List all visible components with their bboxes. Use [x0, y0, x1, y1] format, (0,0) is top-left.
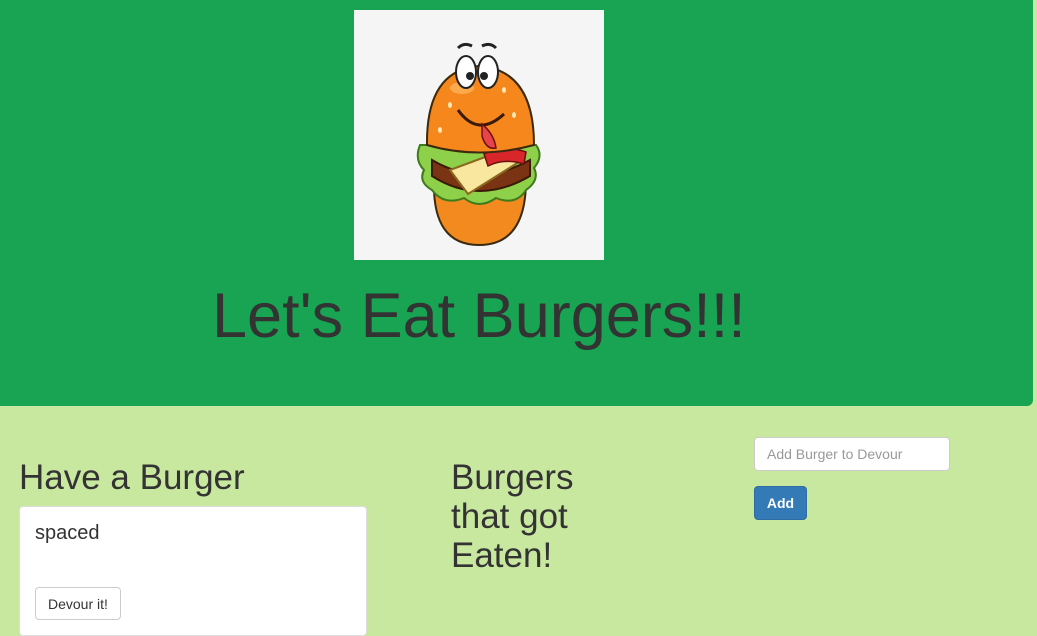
eaten-burgers-heading: Burgers that got Eaten!: [451, 458, 574, 575]
add-button[interactable]: Add: [754, 486, 807, 520]
burger-mascot-icon: [354, 10, 604, 260]
add-burger-input[interactable]: [754, 437, 950, 471]
burger-card: spaced Devour it!: [19, 506, 367, 636]
header-jumbotron: Let's Eat Burgers!!!: [0, 0, 1033, 406]
page-title: Let's Eat Burgers!!!: [212, 281, 746, 351]
burger-name: spaced: [35, 522, 100, 544]
uneaten-burgers-heading: Have a Burger: [19, 458, 245, 497]
devour-button[interactable]: Devour it!: [35, 587, 121, 620]
